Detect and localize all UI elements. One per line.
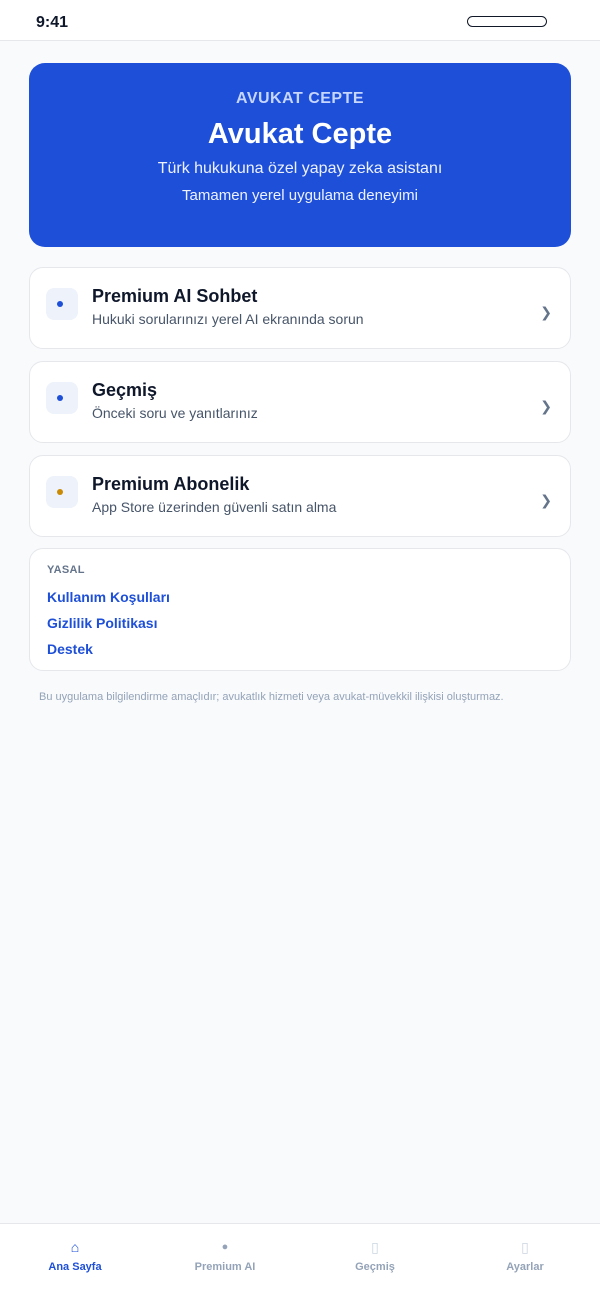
tab-premium-ai[interactable]: ● Premium AI (150, 1224, 300, 1299)
tab-history[interactable]: ▯ Geçmiş (300, 1224, 450, 1299)
card-premium-subscription[interactable]: Premium Abonelik App Store üzerinden güv… (29, 455, 571, 537)
support-link[interactable]: Destek (47, 641, 93, 657)
dynamic-island-pill (467, 16, 547, 27)
square-icon: ▯ (371, 1239, 379, 1255)
legal-heading: YASAL (47, 564, 85, 576)
status-bar: 9:41 (0, 0, 600, 41)
card-history[interactable]: Geçmiş Önceki soru ve yanıtlarınız ❯ (29, 361, 571, 443)
disclaimer-text: Bu uygulama bilgilendirme amaçlıdır; avu… (39, 691, 504, 703)
hero-subtitle-2: Tamamen yerel uygulama deneyimi (182, 187, 418, 204)
tab-settings[interactable]: ▯ Ayarlar (450, 1224, 600, 1299)
chat-dot-icon (46, 288, 78, 320)
square-icon: ▯ (521, 1239, 529, 1255)
card-title: Premium Abonelik (92, 474, 250, 494)
chevron-right-icon: ❯ (540, 304, 552, 320)
legal-section: YASAL Kullanım Koşulları Gizlilik Politi… (29, 548, 571, 671)
tab-home[interactable]: ⌂ Ana Sayfa (0, 1224, 150, 1299)
chevron-right-icon: ❯ (540, 398, 552, 414)
card-subtitle: Hukuki sorularınızı yerel AI ekranında s… (92, 311, 364, 327)
card-title: Geçmiş (92, 380, 158, 400)
dot-icon: ● (221, 1241, 229, 1253)
history-dot-icon (46, 382, 78, 414)
card-subtitle: App Store üzerinden güvenli satın alma (92, 499, 337, 515)
premium-dot-icon (46, 476, 78, 508)
hero-banner: AVUKAT CEPTE Avukat Cepte Türk hukukuna … (29, 63, 571, 247)
chevron-right-icon: ❯ (540, 492, 552, 508)
tab-label: Ana Sayfa (48, 1261, 102, 1273)
tab-label: Geçmiş (355, 1261, 395, 1273)
tab-label: Ayarlar (506, 1261, 544, 1273)
privacy-policy-link[interactable]: Gizlilik Politikası (47, 615, 157, 631)
tab-label: Premium AI (194, 1261, 256, 1273)
home-icon: ⌂ (70, 1239, 80, 1255)
hero-subtitle: Türk hukukuna özel yapay zeka asistanı (157, 160, 443, 177)
card-premium-ai-chat[interactable]: Premium AI Sohbet Hukuki sorularınızı ye… (29, 267, 571, 349)
card-title: Premium AI Sohbet (92, 286, 258, 306)
terms-link[interactable]: Kullanım Koşulları (47, 589, 170, 605)
card-subtitle: Önceki soru ve yanıtlarınız (92, 405, 258, 421)
status-time: 9:41 (36, 14, 69, 31)
hero-eyebrow: AVUKAT CEPTE (235, 90, 365, 107)
bottom-tab-bar: ⌂ Ana Sayfa ● Premium AI ▯ Geçmiş ▯ Ayar… (0, 1223, 600, 1299)
hero-title: Avukat Cepte (207, 118, 393, 150)
